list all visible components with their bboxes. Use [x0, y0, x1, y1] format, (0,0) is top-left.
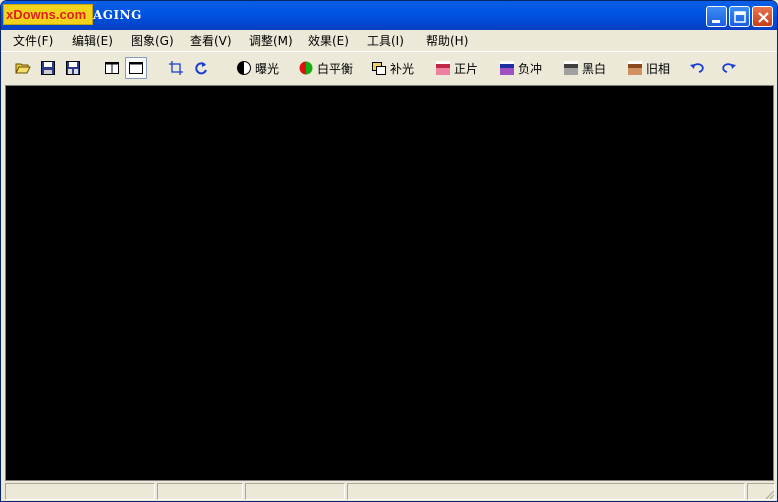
fill-light-label: 补光 [390, 61, 415, 76]
app-window: xDowns.com AGING 文件(F) 编辑(E) 图象(G) 查看(V)… [0, 0, 778, 502]
menu-image[interactable]: 图象(G) [131, 32, 174, 49]
save-as-button[interactable] [65, 57, 81, 79]
exposure-icon [237, 61, 251, 75]
menu-view[interactable]: 查看(V) [190, 32, 232, 49]
image-canvas[interactable] [5, 85, 774, 481]
rotate-button[interactable] [193, 57, 209, 79]
close-icon [758, 12, 769, 23]
title-bar[interactable]: xDowns.com AGING [1, 1, 777, 30]
undo-button[interactable] [689, 57, 705, 79]
redo-icon [722, 63, 736, 73]
status-pane-3 [245, 483, 345, 500]
crop-button[interactable] [168, 57, 184, 79]
menu-effects[interactable]: 效果(E) [308, 32, 349, 49]
logo-text: xDowns.com [6, 7, 87, 22]
white-balance-button[interactable]: 白平衡 [298, 57, 353, 79]
status-pane-1 [5, 483, 155, 500]
minimize-button[interactable] [706, 6, 727, 27]
exposure-button[interactable]: 曝光 [236, 57, 279, 79]
menu-edit[interactable]: 编辑(E) [72, 32, 113, 49]
rotate-icon [195, 62, 207, 75]
status-pane-2 [157, 483, 243, 500]
cross-process-icon [500, 61, 514, 75]
save-as-icon [66, 61, 80, 75]
save-button[interactable] [40, 57, 56, 79]
menu-bar: 文件(F) 编辑(E) 图象(G) 查看(V) 调整(M) 效果(E) 工具(I… [1, 30, 777, 50]
status-pane-4 [347, 483, 745, 500]
split-view-icon [105, 62, 119, 74]
negative-label: 负冲 [518, 61, 543, 76]
single-view-button[interactable] [125, 57, 147, 79]
menu-file[interactable]: 文件(F) [13, 32, 53, 49]
open-button[interactable] [15, 57, 31, 79]
toolbar: 曝光 白平衡 补光 正片 负冲 黑白 旧相 [1, 51, 777, 83]
vintage-label: 旧相 [646, 61, 671, 76]
menu-adjust[interactable]: 调整(M) [249, 32, 293, 49]
crop-icon [169, 61, 183, 75]
exposure-label: 曝光 [255, 61, 280, 76]
positive-label: 正片 [454, 61, 479, 76]
black-white-label: 黑白 [582, 61, 607, 76]
maximize-icon [734, 11, 746, 23]
close-button[interactable] [752, 6, 773, 27]
redo-button[interactable] [721, 57, 737, 79]
folder-open-icon [15, 63, 31, 74]
vintage-button[interactable]: 旧相 [627, 57, 670, 79]
save-icon [41, 61, 55, 75]
window-title: AGING [93, 8, 142, 22]
white-balance-icon [299, 61, 313, 75]
positive-film-icon [436, 61, 450, 75]
black-white-icon [564, 61, 578, 75]
minimize-icon [712, 20, 720, 23]
menu-tools[interactable]: 工具(I) [367, 32, 404, 49]
maximize-button[interactable] [729, 6, 750, 27]
negative-button[interactable]: 负冲 [499, 57, 542, 79]
fill-light-icon [372, 62, 386, 75]
positive-button[interactable]: 正片 [435, 57, 478, 79]
status-bar [1, 482, 777, 501]
resize-grip-icon[interactable] [763, 488, 775, 500]
undo-icon [690, 63, 704, 73]
menu-help[interactable]: 帮助(H) [426, 32, 468, 49]
single-view-icon [129, 62, 143, 74]
white-balance-label: 白平衡 [317, 61, 354, 76]
app-logo: xDowns.com [3, 4, 93, 25]
vintage-icon [628, 61, 642, 75]
black-white-button[interactable]: 黑白 [563, 57, 606, 79]
fill-light-button[interactable]: 补光 [371, 57, 414, 79]
compare-view-button[interactable] [104, 57, 120, 79]
